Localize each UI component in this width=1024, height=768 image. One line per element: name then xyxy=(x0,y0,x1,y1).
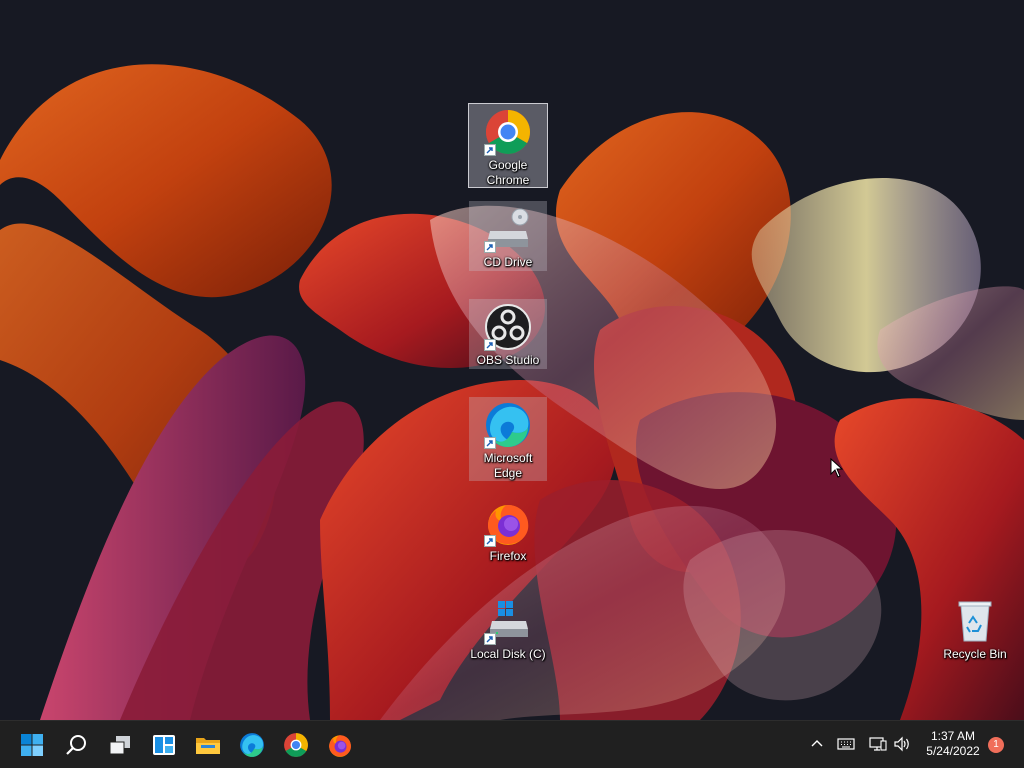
start-icon xyxy=(21,734,43,756)
desktop-icon-label: Microsoft Edge xyxy=(483,451,533,480)
network-button[interactable] xyxy=(867,733,889,755)
clock[interactable]: 1:37 AM 5/24/2022 xyxy=(920,729,986,759)
desktop-icon-microsoft-edge[interactable]: Microsoft Edge xyxy=(469,397,547,481)
task-view-button[interactable] xyxy=(100,725,140,765)
show-hidden-icons-button[interactable] xyxy=(806,733,828,755)
clock-time: 1:37 AM xyxy=(930,729,976,743)
chrome-icon xyxy=(284,733,308,757)
search-icon xyxy=(66,735,86,755)
desktop-icon-label: Local Disk (C) xyxy=(470,647,546,661)
file-explorer-icon xyxy=(196,738,220,754)
edge-icon xyxy=(484,401,532,449)
desktop-icon-google-chrome[interactable]: Google Chrome xyxy=(468,103,548,188)
desktop-icon-recycle-bin[interactable]: Recycle Bin xyxy=(936,593,1014,663)
shortcut-arrow-icon xyxy=(484,633,496,645)
widgets-icon xyxy=(153,735,175,755)
recycle-bin-icon xyxy=(951,597,999,645)
shortcut-arrow-icon xyxy=(484,339,496,351)
input-indicator-button[interactable] xyxy=(835,733,857,755)
shortcut-arrow-icon xyxy=(484,437,496,449)
clock-date: 5/24/2022 xyxy=(926,744,980,758)
local-disk-icon xyxy=(484,597,532,645)
chevron-up-icon xyxy=(811,740,823,747)
cd-drive-icon xyxy=(484,205,532,253)
firefox-icon xyxy=(329,735,351,757)
desktop[interactable]: Google Chrome CD Drive OBS Studio Micros… xyxy=(0,0,1024,720)
network-icon xyxy=(869,737,887,751)
mouse-cursor-icon xyxy=(830,458,844,478)
firefox-icon xyxy=(484,499,532,547)
widgets-button[interactable] xyxy=(144,725,184,765)
taskbar-chrome-button[interactable] xyxy=(276,725,316,765)
volume-button[interactable] xyxy=(891,733,913,755)
chrome-icon xyxy=(484,108,532,156)
keyboard-icon xyxy=(837,738,855,750)
desktop-icon-local-disk[interactable]: Local Disk (C) xyxy=(469,593,547,663)
shortcut-arrow-icon xyxy=(484,535,496,547)
desktop-icon-label: OBS Studio xyxy=(476,353,540,367)
desktop-icon-obs-studio[interactable]: OBS Studio xyxy=(469,299,547,369)
obs-studio-icon xyxy=(484,303,532,351)
taskbar-firefox-button[interactable] xyxy=(320,725,360,765)
file-explorer-button[interactable] xyxy=(188,725,228,765)
taskbar: 1:37 AM 5/24/2022 1 xyxy=(0,720,1024,768)
desktop-icon-firefox[interactable]: Firefox xyxy=(469,495,547,565)
desktop-icon-label: Firefox xyxy=(489,549,527,563)
task-view-icon xyxy=(109,736,130,755)
desktop-icon-cd-drive[interactable]: CD Drive xyxy=(469,201,547,271)
desktop-icon-label: Recycle Bin xyxy=(943,647,1007,661)
shortcut-arrow-icon xyxy=(484,241,496,253)
edge-icon xyxy=(240,733,264,757)
taskbar-edge-button[interactable] xyxy=(232,725,272,765)
notification-badge[interactable]: 1 xyxy=(988,737,1004,753)
desktop-icon-label: Google Chrome xyxy=(486,158,530,187)
search-button[interactable] xyxy=(56,725,96,765)
start-button[interactable] xyxy=(12,725,52,765)
desktop-icon-label: CD Drive xyxy=(483,255,533,269)
shortcut-arrow-icon xyxy=(484,144,496,156)
volume-icon xyxy=(894,736,909,752)
